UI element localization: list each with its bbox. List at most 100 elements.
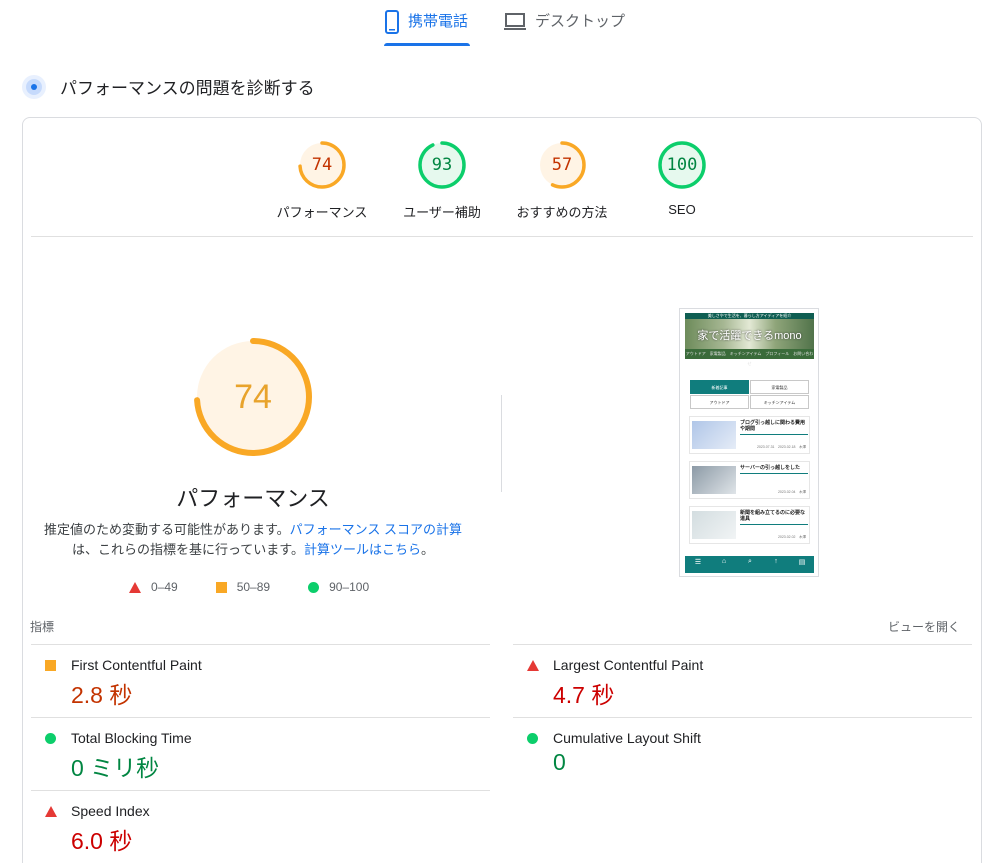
metric-value: 4.7 秒 xyxy=(553,682,615,708)
preview-post-date: 2023.02.02 木澤 xyxy=(777,535,806,539)
preview-subnav-text: アウトドア 家電製品 キッチンアイテム プロフィール お問い合わせ xyxy=(685,351,814,366)
gauge-label: パフォーマンス xyxy=(276,205,368,220)
tab-desktop[interactable]: デスクトップ xyxy=(503,10,628,46)
home-icon: ⌂ xyxy=(721,558,727,565)
laptop-icon xyxy=(504,13,526,30)
score-description: 推定値のため変動する可能性があります。パフォーマンス スコアの計算 は、これらの… xyxy=(30,520,476,560)
metric-name: Total Blocking Time xyxy=(71,730,192,746)
legend-average: 50–89 xyxy=(215,580,271,594)
divider xyxy=(31,790,490,791)
gauge-ring: 74 xyxy=(297,140,347,190)
gauge-performance[interactable]: 74 パフォーマンス xyxy=(262,140,382,221)
score-legend: 0–49 50–89 90–100 xyxy=(129,580,407,594)
device-tabs: 携帯電話 デスクトップ xyxy=(0,0,990,48)
main-gauge-title: パフォーマンス xyxy=(176,486,330,511)
average-square-icon xyxy=(45,660,56,671)
tab-mobile-label: 携帯電話 xyxy=(408,13,469,30)
fail-triangle-icon xyxy=(45,806,57,817)
pass-circle-icon xyxy=(45,733,56,744)
arrow-up-icon: ↑ xyxy=(774,558,778,565)
preview-tab: 新着記事 xyxy=(690,380,749,394)
fail-triangle-icon xyxy=(129,581,141,593)
page-screenshot-preview[interactable]: 美しさやで生活を、暮らし方アイディアを紹介 家で活躍できるmono アウトドア … xyxy=(679,308,819,577)
tab-desktop-label: デスクトップ xyxy=(535,13,626,30)
gauge-label: おすすめの方法 xyxy=(516,205,608,220)
gauge-score: 57 xyxy=(551,155,573,175)
metrics-label: 指標 xyxy=(30,620,55,634)
metric-si: Speed Index 6.0 秒 xyxy=(31,803,491,859)
gauge-accessibility[interactable]: 93 ユーザー補助 xyxy=(382,140,502,221)
gauge-label: SEO xyxy=(668,202,696,217)
preview-post-thumbnail xyxy=(692,421,736,449)
preview-post: サーバーの引っ越しをした 2023.02.04 木澤 xyxy=(689,461,810,499)
active-tab-indicator xyxy=(384,43,470,46)
main-performance-gauge: 74 xyxy=(193,337,313,457)
metric-value: 6.0 秒 xyxy=(71,828,133,854)
legend-fail: 0–49 xyxy=(129,580,178,594)
gauge-label: ユーザー補助 xyxy=(403,205,481,220)
preview-post-title: ブログ引っ越しに関わる費用や期間 xyxy=(740,420,806,432)
desc-text-3: 。 xyxy=(421,542,435,557)
metric-fcp: First Contentful Paint 2.8 秒 xyxy=(31,657,491,713)
metric-lcp: Largest Contentful Paint 4.7 秒 xyxy=(513,657,973,713)
fail-triangle-icon xyxy=(527,660,539,671)
gauge-seo[interactable]: 100 SEO xyxy=(622,140,742,217)
main-gauge-score: 74 xyxy=(234,378,272,416)
preview-post: 新聞を組み立てるのに必要な道具 2023.02.02 木澤 xyxy=(689,506,810,544)
expand-view-button[interactable]: ビューを開く xyxy=(888,618,960,635)
preview-post-thumbnail xyxy=(692,511,736,539)
sidebar-icon: ▤ xyxy=(798,559,806,566)
gauge-ring: 93 xyxy=(417,140,467,190)
average-square-icon xyxy=(215,581,227,593)
desc-text-2: は、これらの指標を基に行っています。 xyxy=(71,542,305,557)
preview-post-date: 2023.02.04 木澤 xyxy=(777,490,806,494)
gauge-ring: 57 xyxy=(537,140,587,190)
legend-pass: 90–100 xyxy=(308,580,369,594)
calculator-link[interactable]: 計算ツールはこちら xyxy=(304,542,421,557)
gauge-score: 74 xyxy=(311,155,333,175)
search-icon: ⌕ xyxy=(748,558,752,565)
metric-cls: Cumulative Layout Shift 0 xyxy=(513,730,973,786)
metric-value: 0 ミリ秒 xyxy=(71,755,160,781)
preview-tab: キッチンアイテム xyxy=(750,395,809,409)
legend-average-label: 50–89 xyxy=(236,580,271,594)
preview-post-title: サーバーの引っ越しをした xyxy=(740,465,800,471)
menu-icon: ☰ xyxy=(694,559,702,566)
preview-hero-title: 家で活躍できるmono xyxy=(697,330,802,342)
preview-post: ブログ引っ越しに関わる費用や期間 2023.07.31 2023.02.18 木… xyxy=(689,416,810,454)
preview-post-underline xyxy=(740,524,808,525)
divider xyxy=(31,644,490,645)
divider xyxy=(513,717,972,718)
preview-post-underline xyxy=(740,473,808,474)
preview-post-underline xyxy=(740,434,808,435)
legend-fail-label: 0–49 xyxy=(151,580,178,594)
diagnose-title: パフォーマンスの問題を診断する xyxy=(60,79,315,98)
pass-circle-icon xyxy=(527,733,538,744)
preview-bottom-nav: ☰ ⌂ ⌕ ↑ ▤ xyxy=(685,556,814,573)
desc-text-1: 推定値のため変動する可能性があります。 xyxy=(43,522,290,537)
score-gauges: 74 パフォーマンス 93 ユーザー補助 57 おすすめの方法 100 SEO xyxy=(0,140,990,220)
diagnose-icon xyxy=(22,74,46,99)
preview-post-date: 2023.07.31 2023.02.18 木澤 xyxy=(756,445,806,449)
metric-name: Cumulative Layout Shift xyxy=(553,730,701,746)
divider xyxy=(513,644,972,645)
divider xyxy=(31,236,973,237)
gauge-score: 93 xyxy=(431,155,453,175)
divider xyxy=(31,717,490,718)
vertical-divider xyxy=(501,395,502,492)
legend-pass-label: 90–100 xyxy=(329,580,370,594)
gauge-score: 100 xyxy=(666,155,698,175)
metric-tbt: Total Blocking Time 0 ミリ秒 xyxy=(31,730,491,786)
metric-value: 0 xyxy=(553,749,566,775)
tab-mobile[interactable]: 携帯電話 xyxy=(384,10,470,46)
smartphone-icon xyxy=(385,10,399,34)
pass-circle-icon xyxy=(308,581,320,593)
preview-subnav: アウトドア 家電製品 キッチンアイテム プロフィール お問い合わせ xyxy=(685,349,814,366)
preview-tab: 家電製品 xyxy=(750,380,809,394)
metric-name: Largest Contentful Paint xyxy=(553,657,704,673)
preview-tab: アウトドア xyxy=(690,395,749,409)
diagnose-header: パフォーマンスの問題を診断する xyxy=(22,74,315,99)
gauge-ring: 100 xyxy=(657,140,707,190)
gauge-best-practices[interactable]: 57 おすすめの方法 xyxy=(502,140,622,221)
score-calc-link[interactable]: パフォーマンス スコアの計算 xyxy=(290,522,462,537)
